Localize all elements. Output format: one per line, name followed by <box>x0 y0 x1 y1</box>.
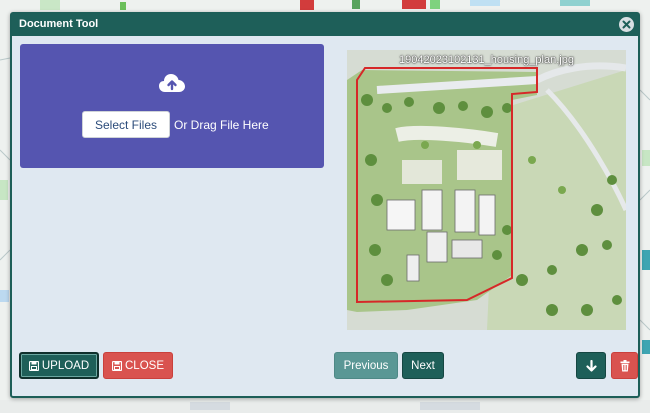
upload-button-label: UPLOAD <box>41 359 90 372</box>
download-button[interactable] <box>576 352 606 379</box>
select-files-button[interactable]: Select Files <box>82 111 170 138</box>
close-button-label: CLOSE <box>125 359 164 372</box>
save-icon <box>28 360 39 371</box>
next-button[interactable]: Next <box>402 352 444 379</box>
close-button[interactable]: CLOSE <box>103 352 173 379</box>
save-icon <box>112 360 122 371</box>
document-preview-image: 19042023102131_housing_plan.jpg <box>347 50 626 330</box>
drag-file-label: Or Drag File Here <box>174 118 269 132</box>
dialog-titlebar: Document Tool <box>12 14 638 36</box>
cloud-upload-icon <box>159 74 185 92</box>
previous-button[interactable]: Previous <box>334 352 398 379</box>
arrow-down-icon <box>585 359 597 372</box>
trash-icon <box>620 359 629 371</box>
dialog-title: Document Tool <box>19 18 99 30</box>
dialog-close-icon[interactable] <box>619 17 634 32</box>
upload-button[interactable]: UPLOAD <box>19 352 99 379</box>
delete-button[interactable] <box>611 352 638 379</box>
document-tool-dialog: Document Tool Select Files Or Drag File … <box>10 12 640 398</box>
file-dropzone[interactable]: Select Files Or Drag File Here <box>20 44 324 168</box>
preview-filename: 19042023102131_housing_plan.jpg <box>399 54 574 66</box>
